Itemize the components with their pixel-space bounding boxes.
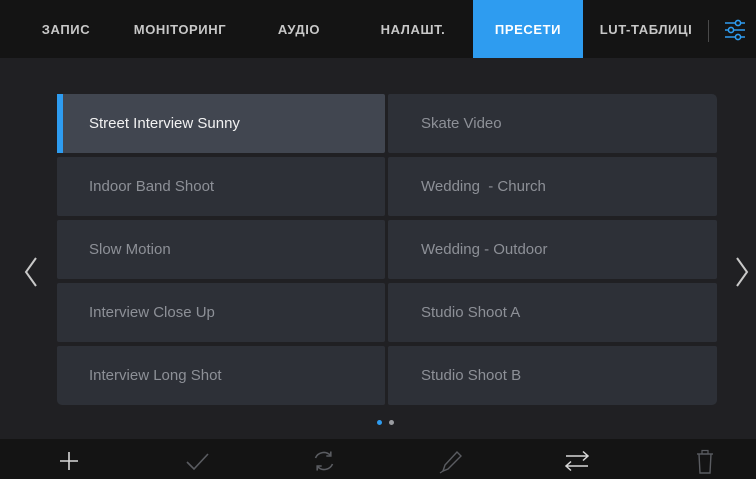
preset-label: Skate Video: [421, 115, 502, 132]
preset-item[interactable]: Indoor Band Shoot: [57, 157, 385, 216]
preset-item[interactable]: Street Interview Sunny: [57, 94, 385, 153]
tab-monitoring[interactable]: МОНІТОРИНГ: [116, 0, 244, 58]
tab-settings[interactable]: НАЛАШТ.: [366, 0, 460, 58]
preset-grid: Street Interview Sunny Indoor Band Shoot…: [57, 94, 717, 405]
preset-label: Wedding - Church: [421, 178, 546, 195]
tab-record[interactable]: ЗАПИС: [26, 0, 106, 58]
tab-presets[interactable]: ПРЕСЕТИ: [473, 0, 583, 58]
update-icon[interactable]: [310, 448, 338, 474]
add-icon[interactable]: [55, 448, 83, 474]
sliders-icon[interactable]: [722, 19, 748, 41]
import-export-icon[interactable]: [563, 448, 591, 474]
preset-item[interactable]: Interview Close Up: [57, 283, 385, 342]
preset-label: Interview Close Up: [89, 304, 215, 321]
preset-item[interactable]: Studio Shoot B: [388, 346, 717, 405]
preset-item[interactable]: Wedding - Church: [388, 157, 717, 216]
preset-item[interactable]: Slow Motion: [57, 220, 385, 279]
tab-divider: [708, 20, 709, 42]
page-indicator: [377, 420, 401, 428]
selection-indicator: [57, 94, 63, 153]
tab-lut-tables[interactable]: LUT-ТАБЛИЦІ: [590, 0, 702, 58]
preset-item[interactable]: Studio Shoot A: [388, 283, 717, 342]
preset-label: Street Interview Sunny: [89, 115, 240, 132]
preset-label: Slow Motion: [89, 241, 171, 258]
preset-label: Indoor Band Shoot: [89, 178, 215, 195]
next-page-arrow-icon[interactable]: [732, 254, 752, 290]
preset-label: Wedding - Outdoor: [421, 241, 548, 258]
delete-trash-icon[interactable]: [691, 448, 719, 474]
preset-label: Studio Shoot A: [421, 304, 521, 321]
rename-pencil-icon[interactable]: [437, 448, 465, 474]
preset-label: Interview Long Shot: [89, 367, 222, 384]
top-tab-bar: ЗАПИС МОНІТОРИНГ АУДІО НАЛАШТ. ПРЕСЕТИ L…: [0, 0, 756, 58]
page-dot-active[interactable]: [377, 420, 382, 425]
page-dot[interactable]: [389, 420, 394, 425]
bottom-toolbar: [0, 439, 756, 479]
previous-page-arrow-icon[interactable]: [21, 254, 41, 290]
preset-item[interactable]: Interview Long Shot: [57, 346, 385, 405]
preset-item[interactable]: Skate Video: [388, 94, 717, 153]
preset-item[interactable]: Wedding - Outdoor: [388, 220, 717, 279]
apply-check-icon[interactable]: [183, 448, 211, 474]
tab-audio[interactable]: АУДІО: [260, 0, 338, 58]
preset-label: Studio Shoot B: [421, 367, 522, 384]
